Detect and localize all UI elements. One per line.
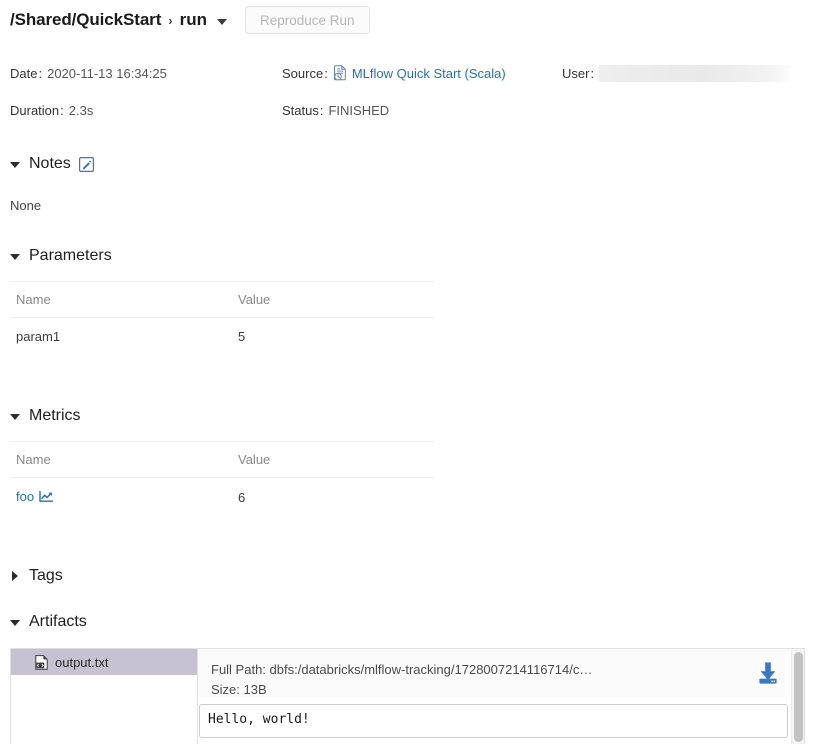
column-header-value: Value <box>232 282 434 318</box>
parameters-section-header[interactable]: Parameters <box>10 245 112 267</box>
metrics-table: Name Value foo 6 <box>10 441 434 518</box>
source-field: Source : MLflow Quick Start (Scala) <box>282 63 506 83</box>
duration-colon: : <box>60 103 64 118</box>
download-icon[interactable] <box>754 659 782 687</box>
artifact-panel-scrollbar[interactable] <box>791 649 804 744</box>
artifact-size-label: Size: <box>211 682 240 697</box>
artifact-file-tree: output.txt <box>11 649 198 744</box>
metric-name-cell: foo <box>10 478 232 518</box>
table-header-row: Name Value <box>10 442 434 478</box>
source-colon: : <box>324 66 328 81</box>
date-colon: : <box>38 66 42 81</box>
file-icon <box>35 655 48 670</box>
source-link[interactable]: MLflow Quick Start (Scala) <box>352 66 506 81</box>
artifacts-title: Artifacts <box>29 613 87 631</box>
parameter-value: 5 <box>232 318 434 356</box>
tags-title: Tags <box>29 567 63 585</box>
table-header-row: Name Value <box>10 282 434 318</box>
user-field: User : <box>562 63 790 83</box>
source-label: Source <box>282 66 323 81</box>
artifact-browser-panel: output.txt Full Path: dbfs:/databricks/m… <box>10 648 805 744</box>
metric-link-foo[interactable]: foo <box>16 489 34 504</box>
notebook-clock-icon <box>333 65 348 81</box>
artifact-tree-item-output-txt[interactable]: output.txt <box>11 649 197 675</box>
table-row: foo 6 <box>10 478 434 518</box>
date-value: 2020-11-13 16:34:25 <box>47 66 167 81</box>
reproduce-run-button[interactable]: Reproduce Run <box>245 6 370 34</box>
artifact-tree-item-label: output.txt <box>55 655 108 670</box>
chevron-down-icon[interactable] <box>217 19 227 25</box>
triangle-down-icon <box>10 162 20 168</box>
artifact-size-value: 13B <box>244 682 267 697</box>
status-field: Status : FINISHED <box>282 100 389 120</box>
duration-field: Duration : 2.3s <box>10 100 93 120</box>
column-header-name: Name <box>10 282 232 318</box>
run-metadata-row-1: Date : 2020-11-13 16:34:25 Source : MLfl… <box>10 63 810 83</box>
artifact-size-line: Size: 13B <box>211 680 790 700</box>
scrollbar-thumb[interactable] <box>794 652 803 742</box>
artifacts-section-header[interactable]: Artifacts <box>10 611 87 633</box>
user-label: User <box>562 66 589 81</box>
status-badge: FINISHED <box>328 103 389 118</box>
triangle-right-icon <box>12 571 18 581</box>
breadcrumb-separator-icon: › <box>168 13 172 28</box>
metric-value: 6 <box>232 478 434 518</box>
edit-pencil-icon[interactable] <box>79 157 94 172</box>
tags-section-header[interactable]: Tags <box>10 565 63 587</box>
status-colon: : <box>320 103 324 118</box>
date-label: Date <box>10 66 37 81</box>
triangle-down-icon <box>10 254 20 260</box>
page-header: /Shared/QuickStart › run Reproduce Run <box>10 4 370 36</box>
notes-title: Notes <box>29 155 71 173</box>
artifact-full-path-line: Full Path: dbfs:/databricks/mlflow-track… <box>211 660 790 680</box>
artifact-metadata: Full Path: dbfs:/databricks/mlflow-track… <box>198 649 804 698</box>
artifact-full-path-value: dbfs:/databricks/mlflow-tracking/1728007… <box>270 662 593 677</box>
metrics-section-header[interactable]: Metrics <box>10 405 81 427</box>
notes-section-header[interactable]: Notes <box>10 153 94 175</box>
table-row: param1 5 <box>10 318 434 356</box>
duration-label: Duration <box>10 103 59 118</box>
artifact-preview-pane: Full Path: dbfs:/databricks/mlflow-track… <box>198 649 804 744</box>
status-label: Status <box>282 103 319 118</box>
triangle-down-icon <box>10 620 20 626</box>
notes-body: None <box>10 198 41 213</box>
artifact-text-preview[interactable]: Hello, world! <box>199 704 788 738</box>
triangle-down-icon <box>10 414 20 420</box>
breadcrumb-root[interactable]: /Shared/QuickStart <box>10 10 161 30</box>
artifact-full-path-label: Full Path: <box>211 662 266 677</box>
breadcrumb-leaf: run <box>180 10 207 30</box>
column-header-name: Name <box>10 442 232 478</box>
parameter-name: param1 <box>10 318 232 356</box>
date-field: Date : 2020-11-13 16:34:25 <box>10 63 167 83</box>
parameters-table: Name Value param1 5 <box>10 281 434 356</box>
metrics-title: Metrics <box>29 407 81 425</box>
column-header-value: Value <box>232 442 434 478</box>
parameters-title: Parameters <box>29 247 112 265</box>
line-chart-icon[interactable] <box>39 491 54 506</box>
duration-value: 2.3s <box>69 103 94 118</box>
user-value-redacted <box>599 65 790 82</box>
run-metadata-row-2: Duration : 2.3s Status : FINISHED <box>10 100 810 120</box>
user-colon: : <box>590 66 594 81</box>
